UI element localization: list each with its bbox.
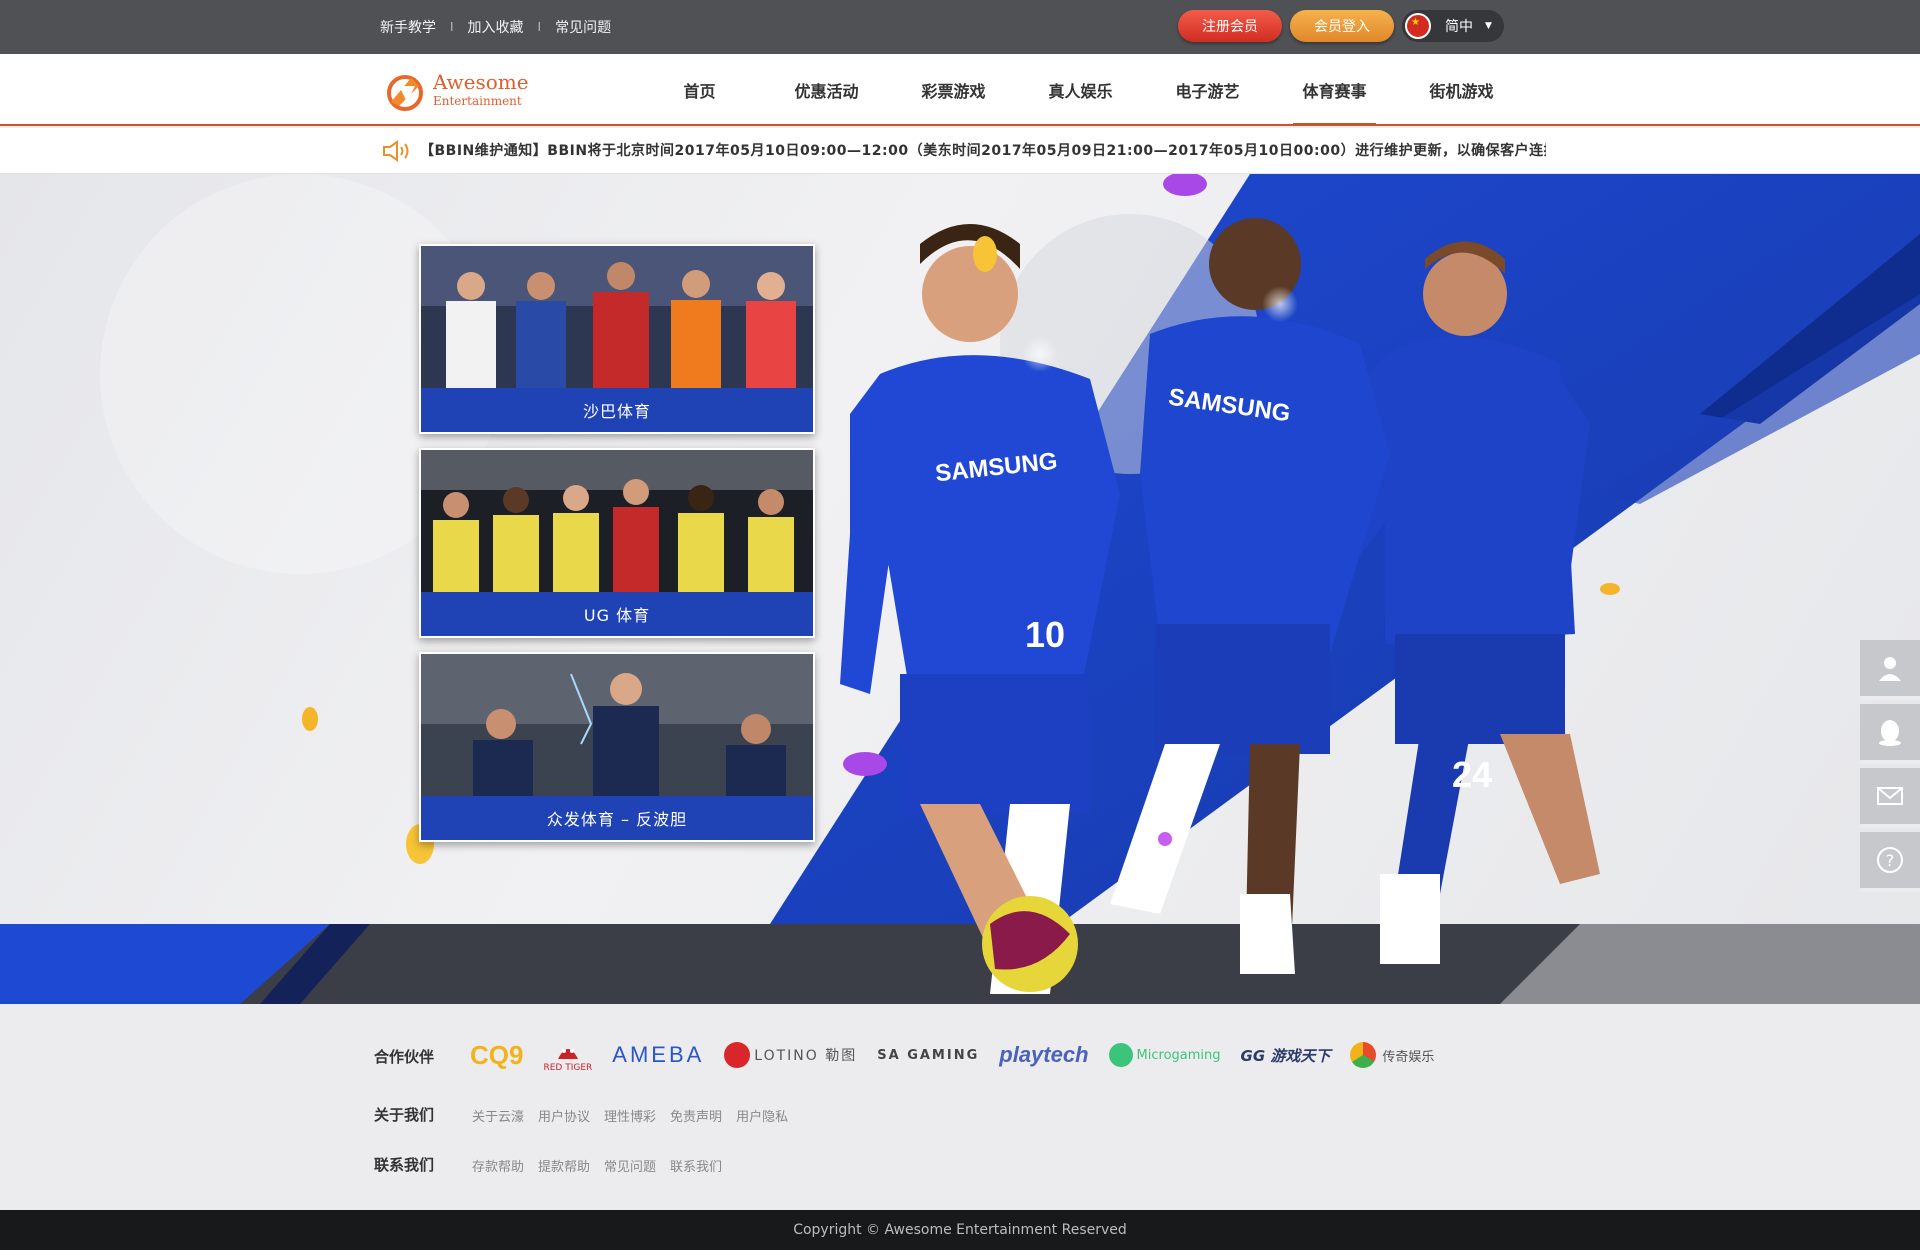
logo-mark-icon xyxy=(387,75,423,111)
user-service-icon xyxy=(1879,657,1901,681)
tiger-icon xyxy=(557,1049,578,1059)
partner-logo-microgaming[interactable]: Microgaming xyxy=(1108,1043,1221,1067)
copyright-bar: Copyright © Awesome Entertainment Reserv… xyxy=(0,1210,1920,1250)
game-card-saba-sports[interactable]: 沙巴体育 xyxy=(419,244,815,434)
top-bar: 新手教学 I 加入收藏 I 常见问题 注册会员 会员登入 简中 ▼ xyxy=(0,0,1920,54)
partner-logo-cq9[interactable]: CQ9 xyxy=(470,1040,523,1071)
help-button[interactable]: ? xyxy=(1860,832,1920,892)
hero-banner: SAMSUNG SAMSUNG 10 24 沙巴体育 UG 体育 众发体育 – … xyxy=(0,174,1920,1004)
qq-icon xyxy=(1879,720,1901,746)
main-navigation: Awesome Entertainment 首页 优惠活动 彩票游戏 真人娱乐 … xyxy=(0,54,1920,126)
partners-label: 合作伙伴 xyxy=(374,1048,435,1066)
partner-name: RED TIGER xyxy=(543,1063,593,1073)
partner-logos: CQ9 RED TIGER AMEBA LOTINO 勒图 SA GAMING … xyxy=(470,1032,1454,1078)
top-link-tutorial[interactable]: 新手教学 xyxy=(380,17,436,37)
team-photo xyxy=(421,246,813,388)
register-button[interactable]: 注册会员 xyxy=(1178,10,1282,42)
legend-mark-icon xyxy=(1350,1042,1377,1068)
speaker-icon xyxy=(383,140,409,162)
announcement-bar: 【BBIN维护通知】BBIN将于北京时间2017年05月10日09:00—12:… xyxy=(0,128,1920,174)
about-link[interactable]: 关于云濠 xyxy=(472,1106,524,1125)
copyright-text: Copyright © Awesome Entertainment Reserv… xyxy=(793,1222,1127,1238)
nav-item-lottery[interactable]: 彩票游戏 xyxy=(890,54,1017,126)
hero-illustration xyxy=(0,174,1920,1004)
nav-item-arcade[interactable]: 街机游戏 xyxy=(1398,54,1525,126)
game-card-label: UG 体育 xyxy=(421,592,813,636)
customer-service-button[interactable] xyxy=(1860,640,1920,700)
about-label: 关于我们 xyxy=(374,1106,435,1124)
partner-logo-legend[interactable]: 传奇娱乐 xyxy=(1350,1042,1434,1068)
partner-logo-lotino[interactable]: LOTINO 勒图 xyxy=(724,1042,857,1068)
jersey-number-left: 10 xyxy=(1025,614,1066,655)
contact-links: 存款帮助 提款帮助 常见问题 联系我们 xyxy=(472,1156,736,1175)
nav-item-promotions[interactable]: 优惠活动 xyxy=(763,54,890,126)
mail-button[interactable] xyxy=(1860,768,1920,828)
contact-link[interactable]: 提款帮助 xyxy=(538,1156,590,1175)
separator: I xyxy=(537,20,542,34)
announcement-text[interactable]: 【BBIN维护通知】BBIN将于北京时间2017年05月10日09:00—12:… xyxy=(420,128,1546,174)
nav-item-live-casino[interactable]: 真人娱乐 xyxy=(1017,54,1144,126)
footer: 合作伙伴 CQ9 RED TIGER AMEBA LOTINO 勒图 SA GA… xyxy=(0,1004,1920,1210)
game-card-zhongfa-sports[interactable]: 众发体育 – 反波胆 xyxy=(419,652,815,842)
contact-label: 联系我们 xyxy=(374,1156,435,1174)
team-photo xyxy=(421,450,813,592)
qq-button[interactable] xyxy=(1860,704,1920,764)
about-link[interactable]: 免责声明 xyxy=(670,1106,722,1125)
top-link-bookmark[interactable]: 加入收藏 xyxy=(468,17,524,37)
nav-item-home[interactable]: 首页 xyxy=(636,54,763,126)
language-selector[interactable]: 简中 ▼ xyxy=(1402,10,1504,42)
partner-logo-gg[interactable]: GG 游戏天下 xyxy=(1241,1045,1331,1066)
partner-name: LOTINO 勒图 xyxy=(754,1048,858,1064)
top-links: 新手教学 I 加入收藏 I 常见问题 xyxy=(380,0,611,54)
help-icon: ? xyxy=(1877,847,1903,873)
china-flag-icon xyxy=(1405,13,1431,39)
lotino-ball-icon xyxy=(724,1042,751,1068)
logo-subtext: Entertainment xyxy=(433,94,522,108)
contact-link[interactable]: 联系我们 xyxy=(670,1156,722,1175)
nav-item-slots[interactable]: 电子游艺 xyxy=(1144,54,1271,126)
microgaming-mark-icon xyxy=(1108,1043,1133,1067)
about-link[interactable]: 用户协议 xyxy=(538,1106,590,1125)
logo-text: Awesome xyxy=(433,70,529,94)
partner-logo-sa-gaming[interactable]: SA GAMING xyxy=(877,1048,979,1063)
jersey-number-right: 24 xyxy=(1452,754,1493,795)
separator: I xyxy=(450,20,454,34)
site-logo[interactable]: Awesome Entertainment xyxy=(385,68,529,114)
partner-name: Microgaming xyxy=(1136,1047,1221,1063)
language-label: 简中 xyxy=(1445,19,1473,35)
game-card-ug-sports[interactable]: UG 体育 xyxy=(419,448,815,638)
partner-logo-playtech[interactable]: playtech xyxy=(999,1042,1088,1068)
svg-text:?: ? xyxy=(1886,851,1895,870)
game-card-label: 沙巴体育 xyxy=(421,388,813,432)
caret-down-icon: ▼ xyxy=(1485,21,1492,31)
team-photo xyxy=(421,654,813,796)
top-link-faq[interactable]: 常见问题 xyxy=(555,17,611,37)
about-links: 关于云濠 用户协议 理性博彩 免责声明 用户隐私 xyxy=(472,1106,802,1125)
login-button[interactable]: 会员登入 xyxy=(1290,10,1394,42)
contact-link[interactable]: 常见问题 xyxy=(604,1156,656,1175)
about-link[interactable]: 用户隐私 xyxy=(736,1106,788,1125)
about-link[interactable]: 理性博彩 xyxy=(604,1106,656,1125)
mail-icon xyxy=(1877,787,1903,805)
partner-name: 传奇娱乐 xyxy=(1382,1049,1435,1065)
partner-logo-ameba[interactable]: AMEBA xyxy=(612,1042,704,1068)
partner-logo-red-tiger[interactable]: RED TIGER xyxy=(543,1037,592,1073)
contact-link[interactable]: 存款帮助 xyxy=(472,1156,524,1175)
game-card-label: 众发体育 – 反波胆 xyxy=(421,796,813,840)
nav-item-sports[interactable]: 体育赛事 xyxy=(1271,54,1398,126)
nav-menu: 首页 优惠活动 彩票游戏 真人娱乐 电子游艺 体育赛事 街机游戏 xyxy=(636,54,1525,126)
